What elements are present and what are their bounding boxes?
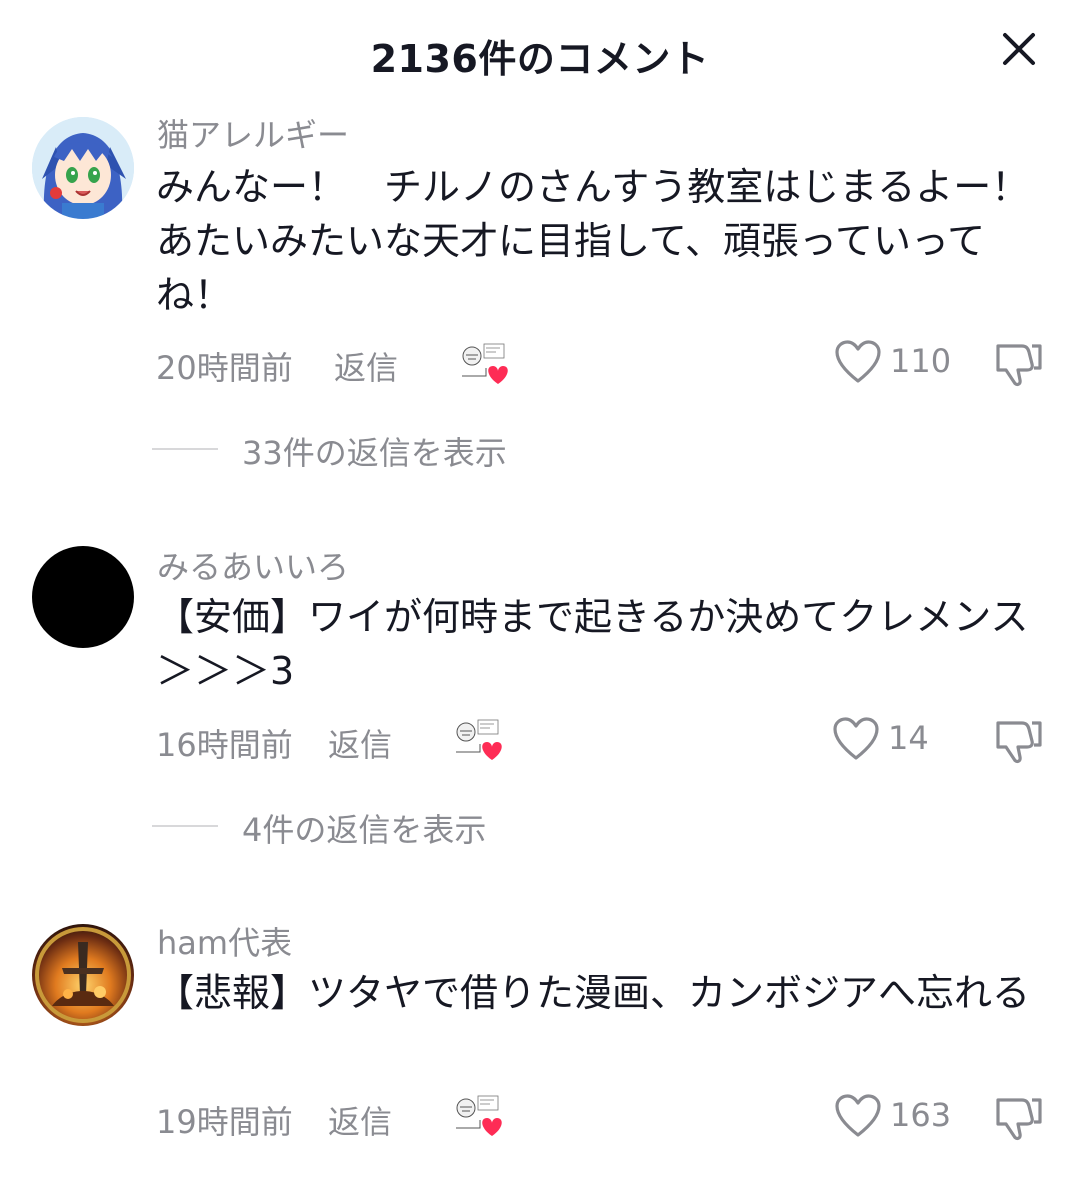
close-icon[interactable] — [1000, 30, 1038, 68]
comment-username[interactable]: みるあいいろ — [157, 542, 349, 588]
replies-divider — [152, 825, 218, 827]
like-count: 110 — [890, 342, 952, 380]
avatar[interactable] — [32, 546, 134, 648]
like-count: 163 — [890, 1096, 952, 1134]
heart-icon[interactable] — [834, 339, 882, 385]
fiery-scene-avatar-icon — [32, 924, 134, 1026]
reply-button[interactable]: 返信 — [328, 720, 392, 766]
comment-username[interactable]: ham代表 — [157, 918, 292, 964]
like-button[interactable]: 110 — [834, 339, 954, 387]
creator-liked-sticker-icon — [456, 719, 502, 760]
creator-liked-sticker-icon — [462, 343, 508, 384]
heart-icon[interactable] — [834, 1093, 882, 1139]
like-count: 14 — [888, 719, 929, 757]
reply-button[interactable]: 返信 — [328, 1097, 392, 1143]
view-replies-button[interactable]: 33件の返信を表示 — [152, 428, 572, 472]
dislike-icon[interactable] — [994, 1094, 1044, 1142]
like-button[interactable]: 163 — [834, 1093, 954, 1141]
heart-icon[interactable] — [832, 716, 880, 762]
comment-text: 【悲報】ツタヤで借りた漫画、カンボジアへ忘れる — [156, 971, 1031, 1015]
view-replies-button[interactable]: 4件の返信を表示 — [152, 805, 552, 849]
comment-timestamp: 16時間前 — [156, 726, 293, 764]
dislike-icon[interactable] — [994, 340, 1044, 388]
like-button[interactable]: 14 — [832, 716, 942, 764]
comments-header: 2136件のコメント — [0, 0, 1080, 106]
avatar[interactable] — [32, 924, 134, 1026]
reply-button[interactable]: 返信 — [334, 343, 398, 389]
comment-timestamp: 20時間前 — [156, 349, 293, 387]
comment-username[interactable]: 猫アレルギー — [157, 110, 349, 156]
comment-text: 【安価】ワイが何時まで起きるか決めてクレメンス ＞＞＞3 — [156, 595, 1029, 693]
creator-liked-sticker-icon — [456, 1095, 502, 1136]
dislike-icon[interactable] — [994, 717, 1044, 765]
avatar[interactable] — [32, 117, 134, 219]
view-replies-label: 33件の返信を表示 — [242, 434, 507, 472]
comment-text: みんなー！ チルノのさんすう教室はじまるよー！ あたいみたいな天才に目指して、頑… — [156, 165, 1068, 317]
view-replies-label: 4件の返信を表示 — [242, 811, 487, 849]
comment-timestamp: 19時間前 — [156, 1103, 293, 1141]
replies-divider — [152, 448, 218, 450]
comment-count-title: 2136件のコメント — [370, 37, 710, 81]
anime-girl-avatar-icon — [32, 117, 134, 219]
